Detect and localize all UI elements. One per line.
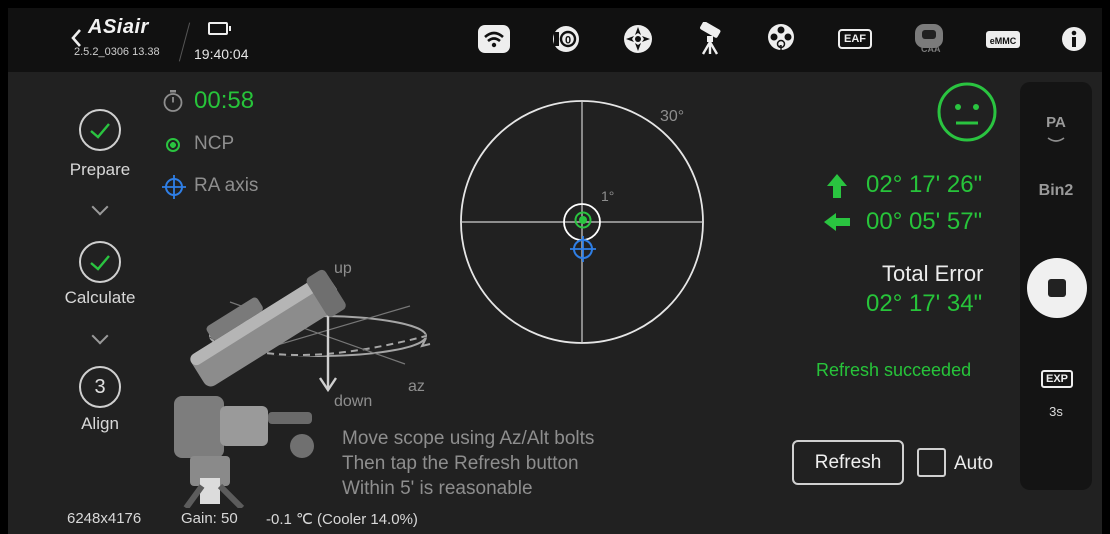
stop-icon xyxy=(1048,279,1066,297)
binning-label[interactable]: Bin2 xyxy=(1020,182,1092,200)
wifi-icon[interactable] xyxy=(477,22,511,56)
ra-axis-marker-icon xyxy=(161,174,187,205)
check-icon xyxy=(90,255,110,271)
svg-text:0: 0 xyxy=(565,35,571,47)
filter-wheel-icon[interactable]: 1 xyxy=(764,22,798,56)
camera-icon[interactable]: 0 xyxy=(549,22,583,56)
outer-ring-label: 30° xyxy=(660,108,685,125)
status-temperature: -0.1 ℃ (Cooler 14.0%) xyxy=(266,511,418,528)
instruction-line-1: Move scope using Az/Alt bolts xyxy=(342,428,595,449)
arrow-left-icon xyxy=(824,213,850,231)
neutral-face-icon xyxy=(937,82,997,142)
elapsed-timer: 00:58 xyxy=(194,87,255,114)
ra-axis-legend-label: RA axis xyxy=(194,175,259,196)
caa-label: CAA xyxy=(921,44,941,54)
total-error-label: Total Error xyxy=(882,261,984,286)
separator xyxy=(178,22,191,62)
exposure-value: 3s xyxy=(1049,404,1063,419)
ra-axis-marker xyxy=(570,236,596,262)
chevron-down-icon xyxy=(1047,137,1065,142)
device-frame: ASiair 2.5.2_0306 13.38 19:40:04 0 1 EAF… xyxy=(0,0,1110,534)
ncp-marker-icon xyxy=(166,138,180,152)
align-step-number[interactable]: 3 xyxy=(79,366,121,408)
step-prepare-label: Prepare xyxy=(69,160,131,179)
clock: 19:40:04 xyxy=(194,46,249,62)
pa-mode-label[interactable]: PA xyxy=(1020,114,1092,131)
auto-checkbox[interactable] xyxy=(917,448,946,477)
eaf-icon[interactable]: EAF xyxy=(837,22,873,56)
ncp-marker xyxy=(574,211,592,229)
capture-side-panel: PA Bin2 EXP 3s xyxy=(1020,82,1092,490)
diagram-az-label: az xyxy=(408,378,425,395)
refresh-status: Refresh succeeded xyxy=(816,360,972,380)
filter-position-badge: 1 xyxy=(778,44,784,55)
exposure-icon: EXP xyxy=(1041,370,1074,388)
mount-icon[interactable] xyxy=(622,22,654,56)
total-error-value: 02° 17' 34" xyxy=(866,290,983,317)
check-icon xyxy=(90,123,110,139)
stopwatch-icon xyxy=(162,89,184,118)
caa-icon[interactable]: CAA xyxy=(911,22,947,56)
instruction-line-3: Within 5' is reasonable xyxy=(342,478,533,499)
instruction-line-2: Then tap the Refresh button xyxy=(342,453,579,474)
diagram-up-label: up xyxy=(334,260,352,277)
app-screen: ASiair 2.5.2_0306 13.38 19:40:04 0 1 EAF… xyxy=(8,8,1102,534)
exposure-button[interactable]: EXP xyxy=(1041,370,1074,388)
auto-checkbox-label: Auto xyxy=(954,453,994,474)
ncp-legend-label: NCP xyxy=(194,133,235,154)
prepare-step-check[interactable] xyxy=(79,109,121,151)
emmc-icon[interactable]: eMMC xyxy=(983,22,1023,56)
battery-icon xyxy=(208,22,231,35)
inner-ring-label: 1° xyxy=(601,188,615,204)
status-gain: Gain: 50 xyxy=(181,510,238,527)
brand-logo: ASiair xyxy=(88,16,149,38)
stop-button[interactable] xyxy=(1027,258,1087,318)
diagram-down-label: down xyxy=(334,393,373,410)
status-resolution: 6248x4176 xyxy=(67,510,142,527)
top-bar: ASiair 2.5.2_0306 13.38 19:40:04 0 1 EAF… xyxy=(8,8,1102,72)
firmware-version: 2.5.2_0306 13.38 xyxy=(74,46,160,58)
azimuth-error: 00° 05' 57" xyxy=(866,208,983,235)
chevron-down-icon xyxy=(91,327,109,345)
refresh-button[interactable]: Refresh xyxy=(792,440,904,485)
info-icon[interactable] xyxy=(1060,22,1088,56)
altitude-error: 02° 17' 26" xyxy=(866,171,983,198)
arrow-up-icon xyxy=(827,174,847,198)
calculate-step-check[interactable] xyxy=(79,241,121,283)
telescope-icon[interactable] xyxy=(694,22,726,56)
chevron-down-icon xyxy=(91,198,109,216)
